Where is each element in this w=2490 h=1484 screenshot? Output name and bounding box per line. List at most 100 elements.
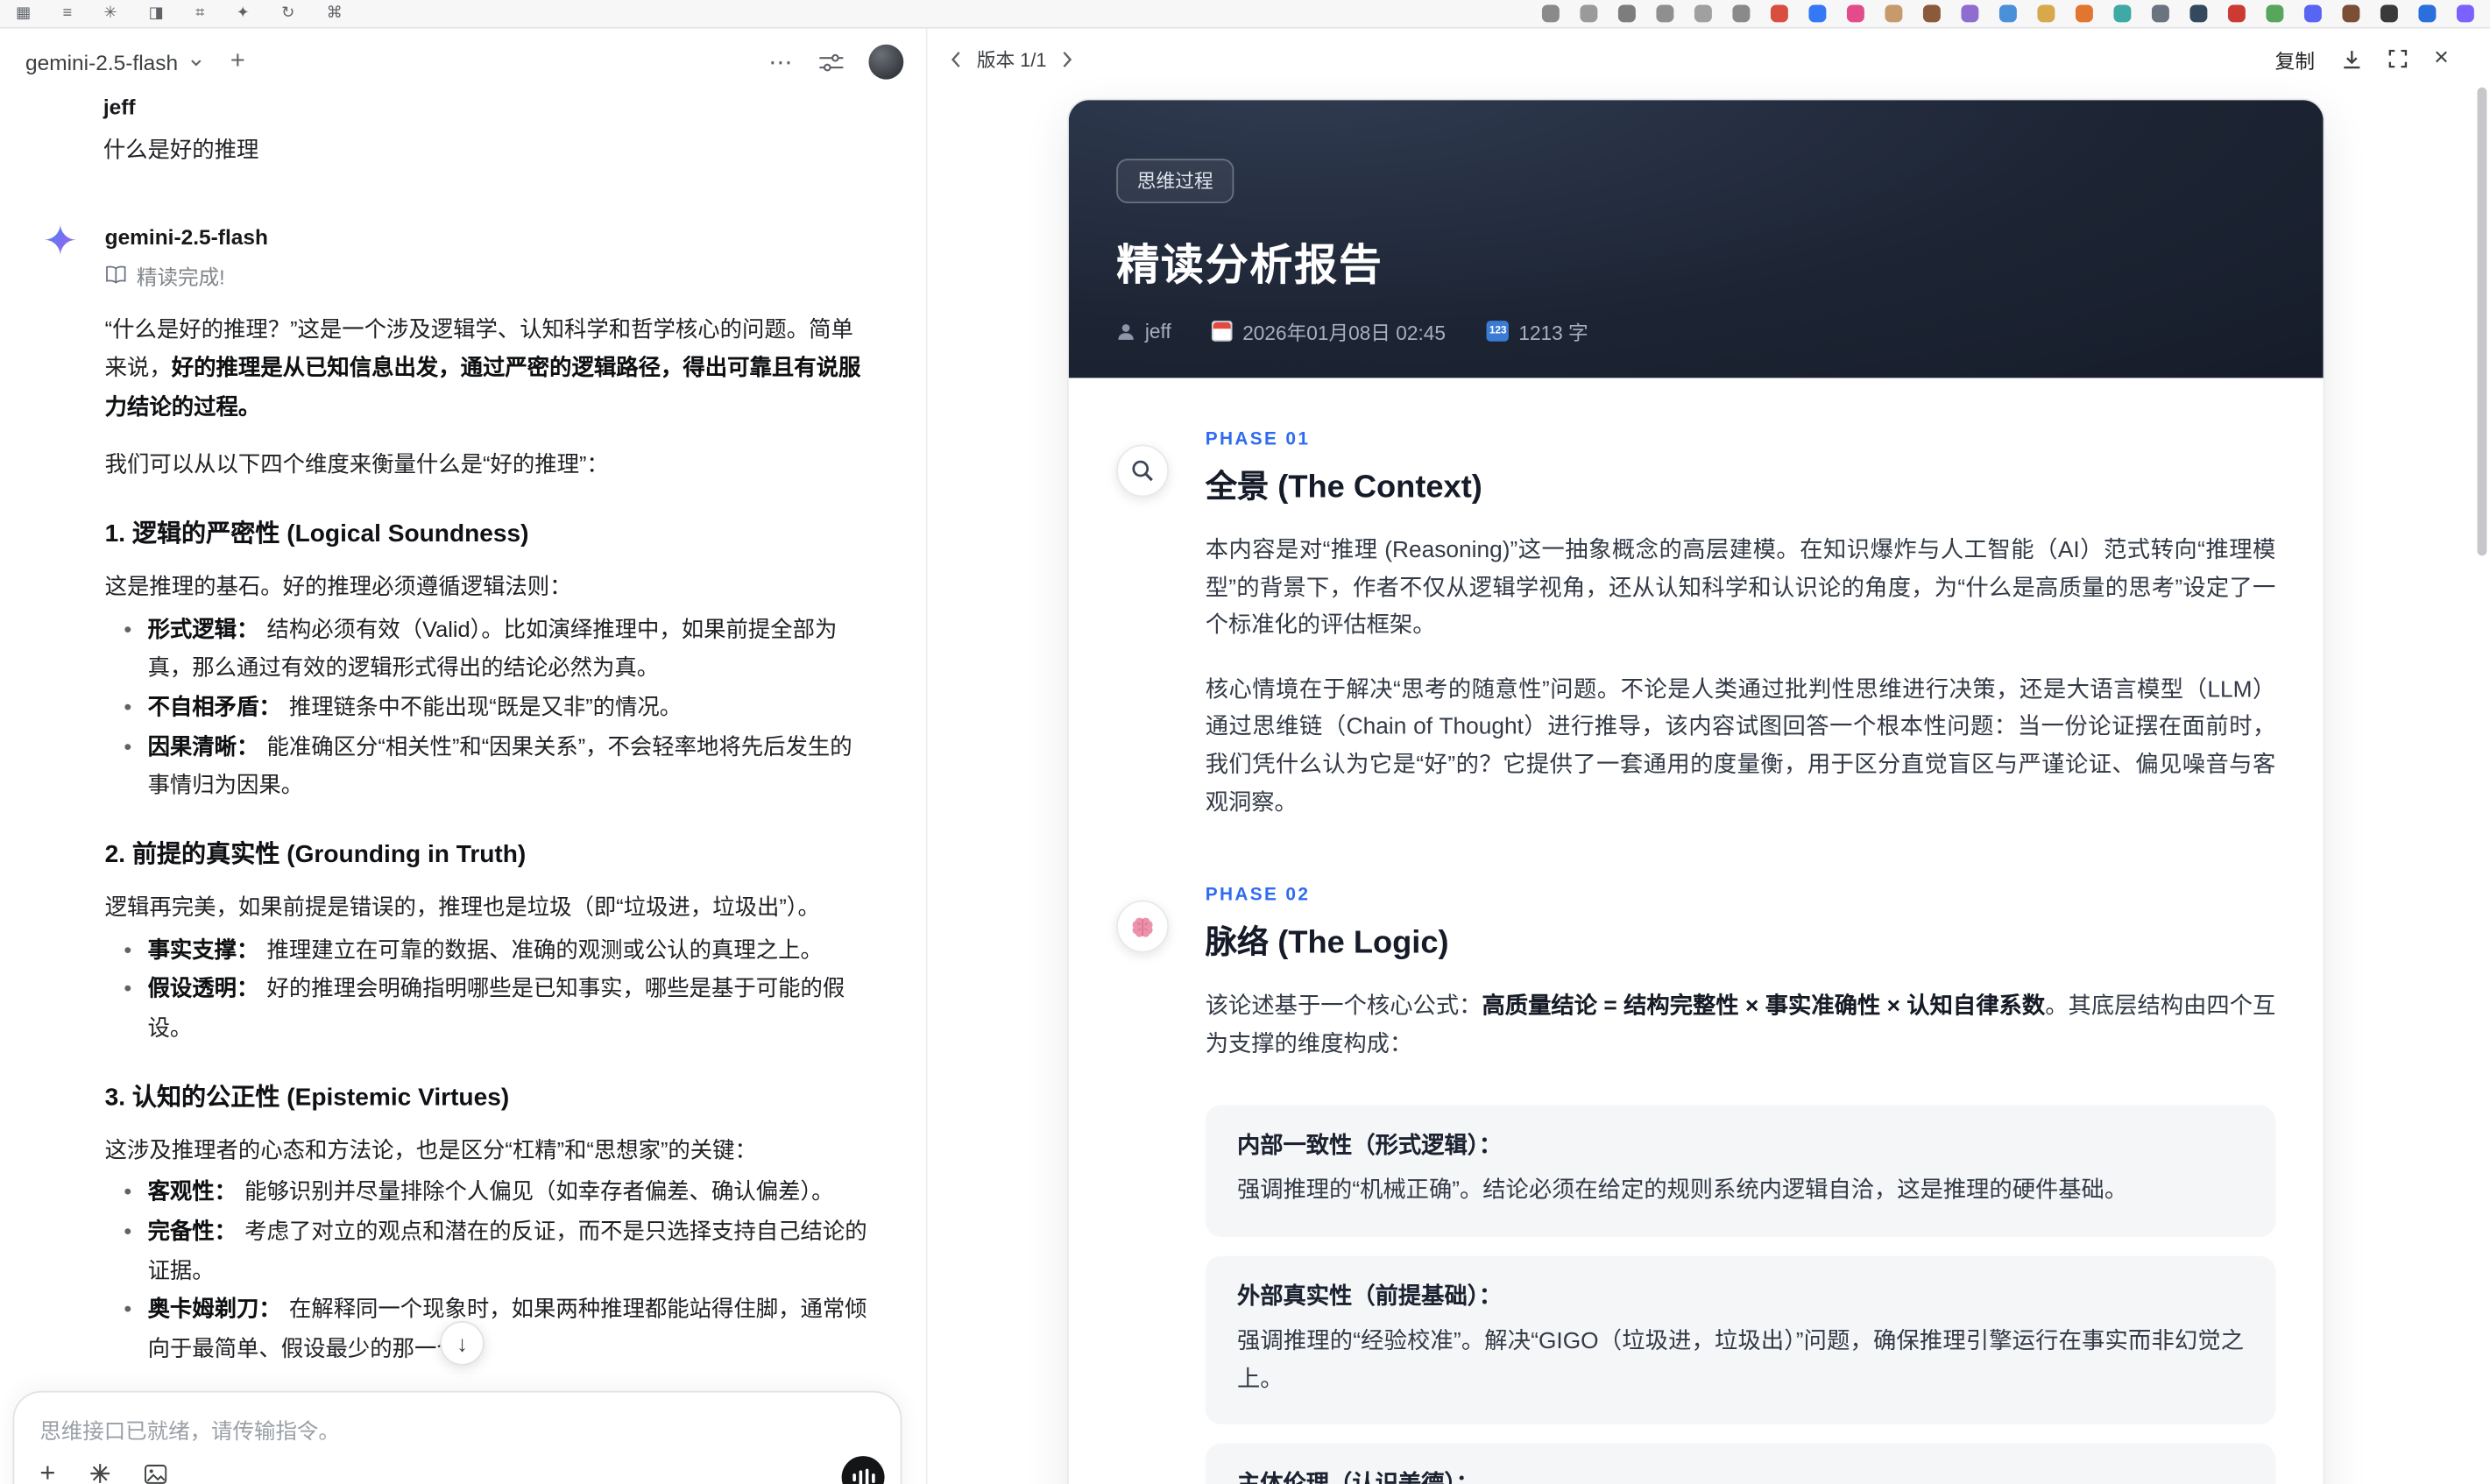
intro-paragraph: “什么是好的推理？”这是一个涉及逻辑学、认知科学和哲学核心的问题。简单来说，好的…: [104, 314, 861, 420]
menubar-app-icon[interactable]: [2456, 4, 2474, 23]
menubar-app-icon[interactable]: [1808, 4, 1827, 23]
menubar-app-icon[interactable]: [2113, 4, 2132, 23]
phase-paragraph: 核心情境在于解决“思考的随意性”问题。不论是人类通过批判性思维进行决策，还是大语…: [1205, 677, 2276, 816]
bullet-item: 奥卡姆剃刀：在解释同一个现象时，如果两种推理都能站得住脚，通常倾向于最简单、假设…: [105, 1290, 874, 1369]
menubar-app-icon[interactable]: [2151, 4, 2169, 23]
menubar-app-icon[interactable]: [2037, 4, 2055, 23]
voice-input-button[interactable]: [841, 1456, 885, 1484]
assistant-name: gemini-2.5-flash: [104, 224, 268, 249]
calendar-icon: [1212, 321, 1234, 342]
account-avatar[interactable]: [868, 44, 904, 80]
report-title: 精读分析报告: [1116, 241, 1383, 289]
logic-box-title: 外部真实性（前提基础）：: [1236, 1284, 1503, 1311]
close-button[interactable]: ×: [2434, 46, 2449, 71]
phase-title: 脉络 (The Logic): [1205, 925, 1449, 961]
menubar-app-icon[interactable]: [2266, 4, 2284, 23]
bullet-item: 形式逻辑：结构必须有效（Valid）。比如演绎推理中，如果前提全部为真，那么通过…: [105, 609, 874, 688]
search-icon: [1132, 460, 1153, 482]
author-name: jeff: [1144, 320, 1171, 343]
menubar-app-icon[interactable]: [1617, 4, 1636, 23]
menubar-app-icon[interactable]: [2380, 4, 2398, 23]
logic-box: 主体伦理（认识美德）： 转向推理者的心理特征。引入奥卡姆剃刀和反向论证，旨在克服…: [1205, 1443, 2276, 1484]
phase-section: PHASE 02 脉络 (The Logic) 该论述基于一个核心公式：高质量结…: [1116, 887, 2275, 1484]
bullet-text: 推理建立在可靠的数据、准确的观测或公认的真理之上。: [266, 936, 823, 962]
download-button[interactable]: [2342, 48, 2361, 69]
menubar-system-icon[interactable]: ◨: [149, 4, 164, 24]
menubar-system-icon[interactable]: ✦: [237, 4, 250, 24]
copy-button[interactable]: 复制: [2275, 44, 2315, 74]
menubar-system-icon[interactable]: ↻: [281, 4, 294, 24]
chevron-down-icon[interactable]: [189, 55, 203, 69]
menubar: ▦ ≡ ✳ ◨ ⌗ ✦ ↻ ⌘: [0, 0, 2490, 29]
phase-icon-circle: [1116, 900, 1169, 953]
menubar-system-icon[interactable]: ⌗: [195, 4, 204, 24]
word-count-icon: 123: [1487, 321, 1510, 342]
logic-box: 内部一致性（形式逻辑）： 强调推理的“机械正确”。结论必须在给定的规则系统内逻辑…: [1205, 1106, 2276, 1237]
phase-paragraph: 该论述基于一个核心公式：高质量结论 = 结构完整性 × 事实准确性 × 认知自律…: [1205, 993, 2276, 1057]
composer[interactable]: 思维接口已就绪，请传输指令。 +: [12, 1390, 902, 1484]
image-button[interactable]: [144, 1463, 167, 1484]
menubar-app-icon[interactable]: [1846, 4, 1864, 23]
menubar-app-icon[interactable]: [1961, 4, 1979, 23]
menubar-app-icon[interactable]: [2303, 4, 2322, 23]
model-name[interactable]: gemini-2.5-flash: [25, 50, 178, 74]
phase-label: PHASE 02: [1205, 886, 1311, 906]
menubar-app-icon[interactable]: [2227, 4, 2246, 23]
report-badge: 思维过程: [1116, 159, 1234, 203]
version-label: 版本 1/1: [976, 48, 1047, 71]
menubar-system-icon[interactable]: ⌘: [327, 4, 343, 24]
tune-icon[interactable]: [819, 52, 844, 73]
chat-header: gemini-2.5-flash + ⋯: [0, 29, 926, 86]
add-attachment-button[interactable]: +: [39, 1459, 55, 1484]
menubar-app-icon[interactable]: [1694, 4, 1712, 23]
menubar-app-icon[interactable]: [1656, 4, 1674, 23]
artifact-scrollbar[interactable]: [2477, 87, 2487, 556]
report-body: PHASE 01 全景 (The Context) 本内容是对“推理 (Reas…: [1069, 378, 2324, 1484]
word-count: 1213 字: [1518, 322, 1588, 345]
menubar-app-icon[interactable]: [1580, 4, 1598, 23]
menubar-app-icon[interactable]: [1732, 4, 1751, 23]
menubar-system-icon[interactable]: ≡: [63, 4, 73, 24]
composer-placeholder[interactable]: 思维接口已就绪，请传输指令。: [39, 1413, 874, 1445]
menubar-app-icon[interactable]: [2342, 4, 2360, 23]
menubar-system-icon[interactable]: ✳: [103, 4, 117, 24]
prev-version-button[interactable]: [950, 50, 963, 67]
bullet-label: 假设透明：: [147, 975, 259, 1001]
logic-box-title: 主体伦理（认识美德）：: [1237, 1467, 2244, 1484]
logic-box-title: 内部一致性（形式逻辑）：: [1236, 1134, 1503, 1160]
bullet-list: 客观性： 能够识别并尽量排除个人偏见（如幸存者偏差、确认偏差）。 完备性：考虑了对…: [105, 1172, 874, 1368]
scroll-to-bottom-button[interactable]: ↓: [440, 1321, 485, 1366]
tools-button[interactable]: [88, 1462, 110, 1484]
menubar-app-icon[interactable]: [2189, 4, 2208, 23]
next-version-button[interactable]: [1061, 50, 1074, 67]
menubar-app-icon[interactable]: [1922, 4, 1941, 23]
new-chat-button[interactable]: +: [230, 48, 245, 74]
menubar-app-icon[interactable]: [2075, 4, 2093, 23]
bullet-list: 事实支撑： 推理建立在可靠的数据、准确的观测或公认的真理之上。 假设透明：好的推理…: [105, 930, 874, 1048]
bullet-item: 事实支撑： 推理建立在可靠的数据、准确的观测或公认的真理之上。: [105, 930, 874, 970]
bullet-list: 形式逻辑：结构必须有效（Valid）。比如演绎推理中，如果前提全部为真，那么通过…: [105, 609, 874, 805]
chat-scroll-area[interactable]: jeff 什么是好的推理 gemini-2.5-flash 精读完成! “什么是…: [0, 86, 926, 1484]
menubar-app-icon[interactable]: [2418, 4, 2437, 23]
bullet-label: 客观性：: [147, 1178, 237, 1205]
bullet-label: 因果清晰：: [147, 732, 259, 759]
menubar-app-icon[interactable]: [1541, 4, 1560, 23]
status-text: 精读完成!: [136, 264, 225, 289]
more-options-button[interactable]: ⋯: [768, 47, 794, 76]
download-icon: [2343, 50, 2359, 68]
user-message-text: 什么是好的推理: [103, 136, 259, 162]
section-desc: 逻辑再完美，如果前提是错误的，推理也是垃圾（即“垃圾进，垃圾出”）。: [104, 894, 820, 920]
menubar-app-icon[interactable]: [1885, 4, 1903, 23]
lead-paragraph: 我们可以从以下四个维度来衡量什么是“好的推理”：: [104, 451, 609, 477]
phase-icon-circle: [1116, 444, 1169, 498]
waveform-icon: [852, 1467, 874, 1484]
report-date: 2026年01月08日 02:45: [1242, 322, 1446, 345]
author-icon: [1118, 323, 1134, 339]
expand-button[interactable]: [2387, 49, 2407, 68]
menubar-app-icon[interactable]: [1770, 4, 1788, 23]
menubar-app-icon[interactable]: [1998, 4, 2017, 23]
section-desc: 这是推理的基石。好的推理必须遵循逻辑法则：: [104, 573, 572, 599]
menubar-system-icon[interactable]: ▦: [16, 4, 31, 24]
section-heading: 3. 认知的公正性 (Epistemic Virtues): [104, 1084, 510, 1112]
bullet-label: 形式逻辑：: [147, 615, 259, 641]
